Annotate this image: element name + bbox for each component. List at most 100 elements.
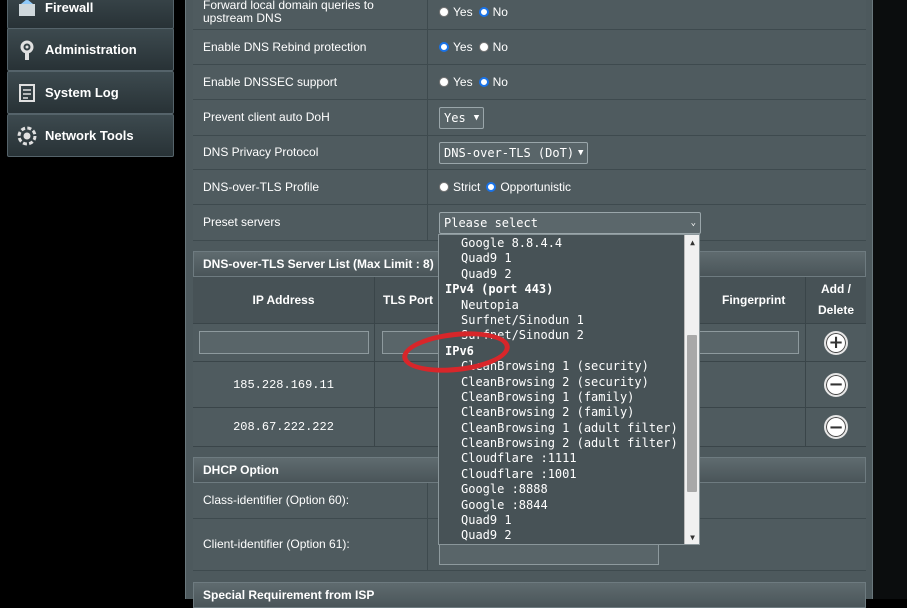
minus-icon: − xyxy=(828,374,844,395)
forward-local-no[interactable]: No xyxy=(478,5,508,19)
dropdown-option[interactable]: Quad9 2 xyxy=(439,528,684,543)
dropdown-option[interactable]: Neutopia xyxy=(439,298,684,313)
dropdown-option[interactable]: CleanBrowsing 1 (adult filter) xyxy=(439,421,684,436)
dns-rebind-no[interactable]: No xyxy=(478,40,508,54)
dropdown-option[interactable]: Quad9 1 xyxy=(439,251,684,266)
col-add-delete: Add / Delete xyxy=(817,282,855,317)
dropdown-scrollbar[interactable]: ▲ ▼ xyxy=(684,235,699,544)
dropdown-option[interactable]: Surfnet/Sinodun 1 xyxy=(439,313,684,328)
dns-rebind-label: Enable DNS Rebind protection xyxy=(193,30,428,64)
dnssec-no[interactable]: No xyxy=(478,75,508,89)
dns-rebind-yes[interactable]: Yes xyxy=(439,40,473,54)
forward-local-yes[interactable]: Yes xyxy=(439,5,473,19)
chevron-down-icon: ▼ xyxy=(473,112,480,123)
dropdown-option[interactable]: Cloudflare :1111 xyxy=(439,451,684,466)
sidebar-item-network-tools[interactable]: Network Tools xyxy=(7,114,174,157)
right-gutter xyxy=(873,0,907,599)
option-label: Opportunistic xyxy=(500,180,572,194)
special-requirement-header: Special Requirement from ISP xyxy=(193,582,866,608)
dropdown-list: Google 8.8.4.4 Quad9 1 Quad9 2 IPv4 (port 4… xyxy=(439,235,684,544)
ip-address-cell: 208.67.222.222 xyxy=(193,408,375,446)
radio-off[interactable] xyxy=(439,6,449,17)
dnssec-yes[interactable]: Yes xyxy=(439,75,473,89)
select-value: Yes xyxy=(444,110,466,125)
dot-profile-opportunistic[interactable]: Opportunistic xyxy=(486,180,571,194)
administration-gear-icon xyxy=(16,39,38,61)
col-tls-port: TLS Port xyxy=(375,277,442,323)
option-label: No xyxy=(492,40,508,54)
sidebar-item-firewall[interactable]: Firewall xyxy=(7,0,174,29)
system-log-icon xyxy=(16,82,38,104)
dropdown-option[interactable]: Quad9 1 xyxy=(439,513,684,528)
dropdown-option[interactable]: CleanBrowsing 2 (family) xyxy=(439,405,684,420)
preset-servers-select[interactable]: Please select ⌄ xyxy=(439,211,701,234)
dns-rebind-row: Enable DNS Rebind protection Yes No xyxy=(193,30,866,65)
radio-off[interactable] xyxy=(439,182,449,192)
dropdown-option[interactable]: Google :8888 xyxy=(439,482,684,497)
option-label: Yes xyxy=(453,40,473,54)
col-ip-address: IP Address xyxy=(193,277,375,323)
dropdown-option[interactable]: CleanBrowsing 1 (security) xyxy=(439,359,684,374)
select-value: DNS-over-TLS (DoT) xyxy=(444,145,575,160)
class-identifier-label: Class-identifier (Option 60): xyxy=(193,483,428,518)
scroll-down-icon[interactable]: ▼ xyxy=(685,530,700,544)
scroll-thumb[interactable] xyxy=(687,335,697,492)
dropdown-option[interactable]: Surfnet/Sinodun 2 xyxy=(439,328,684,343)
add-server-button[interactable]: + xyxy=(824,330,848,355)
prevent-doh-row: Prevent client auto DoH Yes ▼ xyxy=(193,100,866,136)
option-label: No xyxy=(492,75,508,89)
sidebar-item-system-log[interactable]: System Log xyxy=(7,71,174,114)
client-identifier-label: Client-identifier (Option 61): xyxy=(193,519,428,570)
privacy-protocol-select[interactable]: DNS-over-TLS (DoT) ▼ xyxy=(439,141,589,164)
dropdown-option[interactable]: Google :8844 xyxy=(439,498,684,513)
fingerprint-input[interactable] xyxy=(689,331,799,354)
option-label: Strict xyxy=(453,180,481,194)
client-identifier-input[interactable] xyxy=(439,542,659,565)
prevent-doh-label: Prevent client auto DoH xyxy=(193,100,428,135)
delete-server-button[interactable]: − xyxy=(824,372,848,397)
dropdown-option[interactable]: CleanBrowsing 1 (family) xyxy=(439,390,684,405)
radio-on[interactable] xyxy=(478,77,489,87)
privacy-protocol-row: DNS Privacy Protocol DNS-over-TLS (DoT) ▼ xyxy=(193,136,866,170)
forward-local-row: Forward local domain queries to upstream… xyxy=(193,0,866,30)
radio-off[interactable] xyxy=(478,42,489,52)
dot-profile-strict[interactable]: Strict xyxy=(439,180,480,194)
minus-icon: − xyxy=(828,416,844,438)
dropdown-option[interactable]: Google 8.8.4.4 xyxy=(439,236,684,251)
tls-port-input[interactable] xyxy=(382,331,441,354)
sidebar: Firewall Administration System Log Netwo… xyxy=(0,0,182,599)
dropdown-group-label: IPv6 xyxy=(445,343,474,358)
sidebar-item-label: Administration xyxy=(45,42,137,57)
chevron-down-icon: ▼ xyxy=(578,147,584,158)
ip-address-input[interactable] xyxy=(198,331,369,354)
preset-servers-dropdown[interactable]: Google 8.8.4.4 Quad9 1 Quad9 2 IPv4 (port 4… xyxy=(438,234,700,545)
select-value: Please select xyxy=(444,215,538,230)
option-label: Yes xyxy=(453,75,473,89)
privacy-protocol-label: DNS Privacy Protocol xyxy=(193,136,428,169)
prevent-doh-select[interactable]: Yes ▼ xyxy=(439,106,485,129)
radio-on[interactable] xyxy=(478,6,489,17)
option-label: Yes xyxy=(453,4,473,19)
section-title: DHCP Option xyxy=(203,463,279,477)
radio-off[interactable] xyxy=(439,77,449,87)
tls-port-cell xyxy=(375,408,442,446)
scroll-up-icon[interactable]: ▲ xyxy=(685,235,700,249)
sidebar-item-label: Network Tools xyxy=(45,128,134,143)
sidebar-item-administration[interactable]: Administration xyxy=(7,28,174,71)
ip-address-cell: 185.228.169.11 xyxy=(193,362,375,407)
dot-profile-label: DNS-over-TLS Profile xyxy=(193,170,428,204)
delete-server-button[interactable]: − xyxy=(824,415,848,439)
radio-on[interactable] xyxy=(486,182,497,192)
dropdown-option[interactable]: CleanBrowsing 2 (adult filter) xyxy=(439,436,684,451)
sidebar-item-label: Firewall xyxy=(45,0,94,15)
radio-on[interactable] xyxy=(439,42,449,52)
preset-servers-label: Preset servers xyxy=(193,205,428,240)
dropdown-option[interactable]: Cloudflare :1001 xyxy=(439,467,684,482)
dropdown-group-label: IPv4 (port 443) xyxy=(445,282,554,297)
dropdown-option[interactable]: CleanBrowsing 2 (security) xyxy=(439,375,684,390)
dropdown-option[interactable]: Quad9 2 xyxy=(439,267,684,282)
tls-port-cell xyxy=(375,362,442,407)
plus-icon: + xyxy=(828,332,844,353)
sidebar-item-label: System Log xyxy=(45,85,119,100)
dnssec-row: Enable DNSSEC support Yes No xyxy=(193,65,866,100)
